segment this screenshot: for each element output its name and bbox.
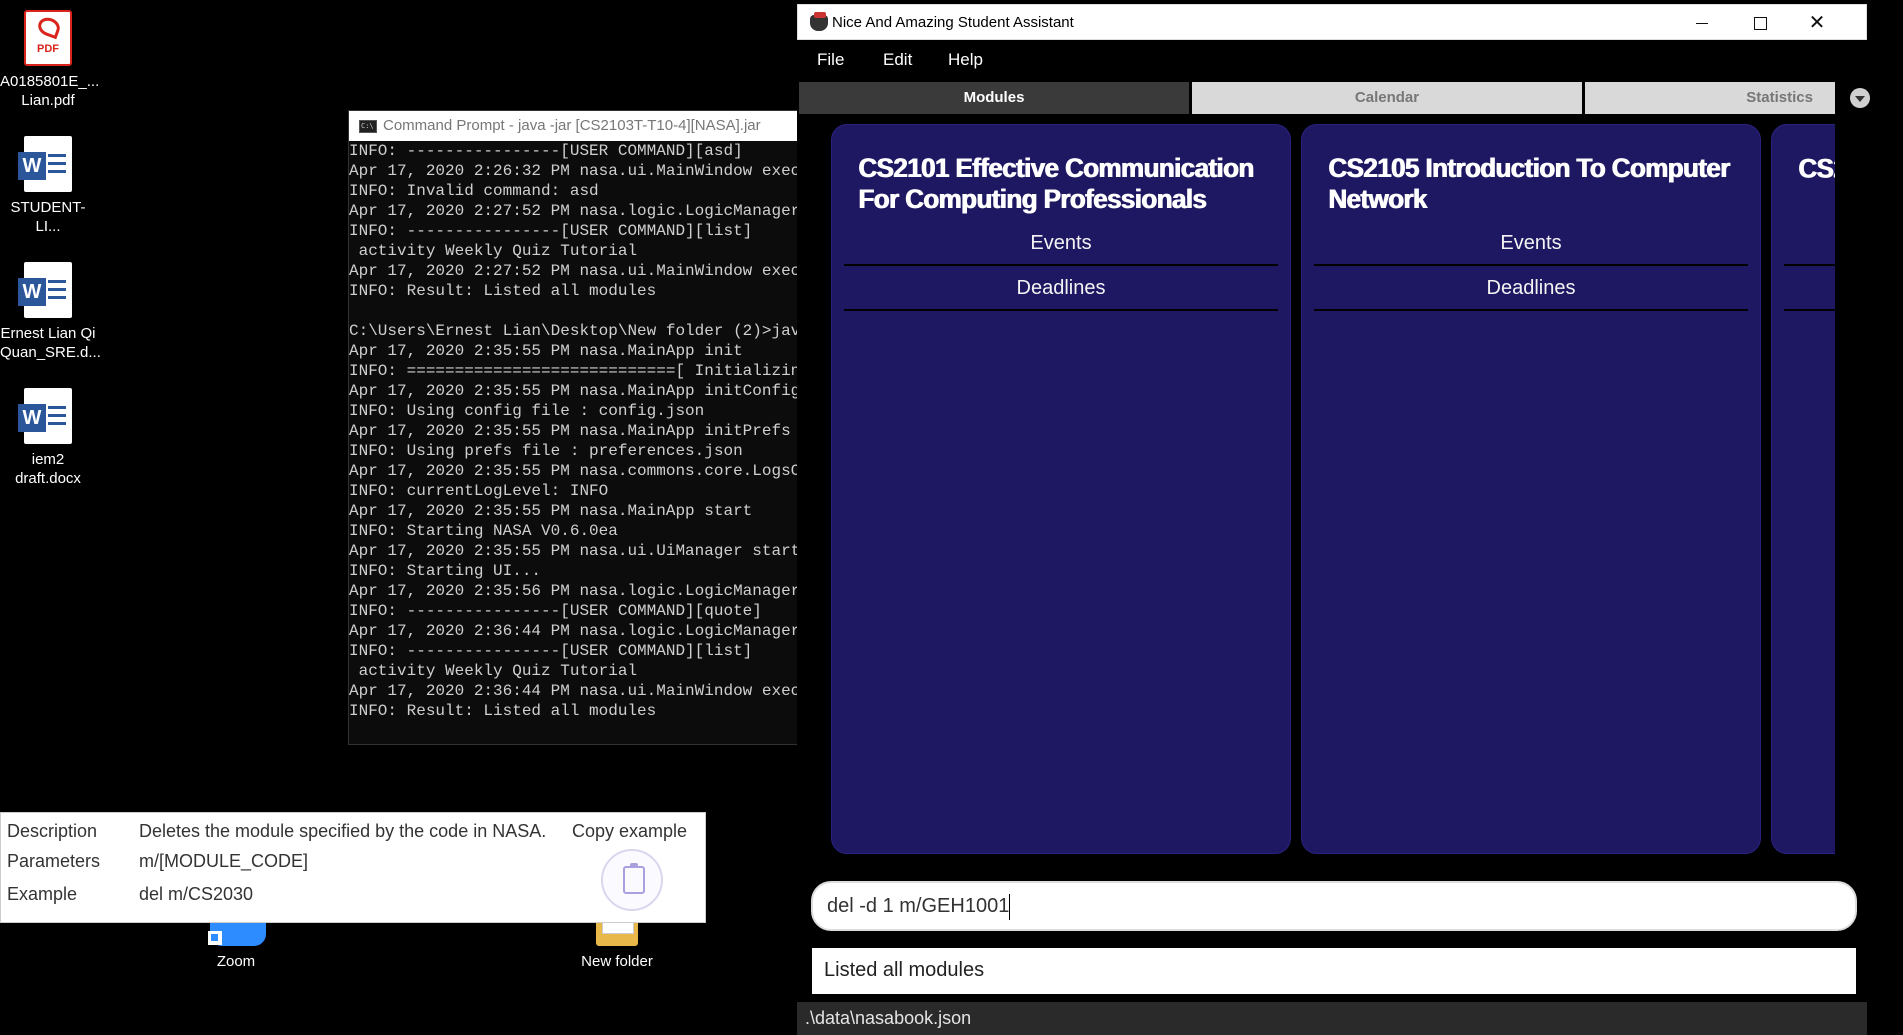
console-line: C:\Users\Ernest Lian\Desktop\New folder … <box>349 322 797 340</box>
console-line: activity Weekly Quiz Tutorial <box>349 662 638 680</box>
tab-statistics[interactable]: Statistics <box>1585 82 1835 114</box>
shortcut-arrow-icon <box>208 931 222 945</box>
maximize-icon[interactable] <box>1730 5 1788 41</box>
module-card[interactable]: CS2105 Introduction To Computer Network … <box>1301 124 1761 854</box>
desktop-icon-student[interactable]: W STUDENT-LI... <box>0 136 96 236</box>
example-value: del m/CS2030 <box>139 884 254 904</box>
copy-example-button[interactable] <box>601 849 663 911</box>
pdf-file-icon: PDF <box>24 10 72 66</box>
console-line: Apr 17, 2020 2:27:52 PM nasa.logic.Logic… <box>349 202 797 220</box>
word-doc-icon: W <box>18 136 72 192</box>
console-line: INFO: ----------------[USER COMMAND][lis… <box>349 222 753 240</box>
console-line: INFO: currentLogLevel: INFO <box>349 482 609 500</box>
result-text: Listed all modules <box>824 959 985 981</box>
menu-edit[interactable]: Edit <box>883 40 912 80</box>
menu-bar: File Edit Help <box>797 40 1867 80</box>
example-label: Example <box>7 884 78 904</box>
status-bar: .\data\nasabook.json <box>797 1002 1867 1035</box>
module-title: CS21 <box>1798 152 1835 184</box>
word-doc-icon: W <box>18 388 72 444</box>
desktop-icon-label: STUDENT-LI... <box>10 199 86 235</box>
desktop-icon-label: Lian.pdf <box>21 92 75 109</box>
minimize-icon[interactable] <box>1672 5 1730 41</box>
tab-calendar[interactable]: Calendar <box>1192 82 1582 114</box>
description-value: Deletes the module specified by the code… <box>139 821 547 841</box>
close-icon[interactable]: ✕ <box>1788 5 1846 41</box>
console-line: Apr 17, 2020 2:36:44 PM nasa.logic.Logic… <box>349 622 797 640</box>
command-help-tooltip: Description Deletes the module specified… <box>0 812 706 923</box>
desktop-icon-pdf[interactable]: PDF A0185801E_... Lian.pdf <box>0 10 100 110</box>
console-line: INFO: Starting NASA V0.6.0ea <box>349 522 618 540</box>
deadlines-section[interactable] <box>1784 266 1835 311</box>
console-line: Apr 17, 2020 2:35:55 PM nasa.ui.UiManage… <box>349 542 797 560</box>
tab-bar: Modules Calendar Statistics <box>799 80 1839 116</box>
desktop-icon-label: A0185801E_... <box>0 73 100 90</box>
console-line: INFO: ============================[ Init… <box>349 362 797 380</box>
desktop-icon-label: iem2 <box>31 451 65 468</box>
console-line: Apr 17, 2020 2:35:55 PM nasa.MainApp ini… <box>349 342 743 360</box>
module-card[interactable]: CS21 <box>1771 124 1835 854</box>
menu-help[interactable]: Help <box>948 40 983 80</box>
console-line: Apr 17, 2020 2:26:32 PM nasa.ui.MainWind… <box>349 162 797 180</box>
parameters-label: Parameters <box>7 851 101 871</box>
module-list[interactable]: CS2101 Effective Communication For Compu… <box>831 124 1835 854</box>
app-titlebar[interactable]: Nice And Amazing Student Assistant ✕ <box>797 4 1867 40</box>
console-line: Apr 17, 2020 2:27:52 PM nasa.ui.MainWind… <box>349 262 797 280</box>
menu-file[interactable]: File <box>817 40 844 80</box>
command-prompt-titlebar[interactable]: C:\ Command Prompt - java -jar [CS2103T-… <box>349 111 797 141</box>
command-prompt-title: Command Prompt - java -jar [CS2103T-T10-… <box>383 117 761 134</box>
console-line: Apr 17, 2020 2:35:55 PM nasa.MainApp ini… <box>349 382 797 400</box>
desktop-icon-label: Ernest Lian Qi <box>0 325 96 342</box>
desktop-icon-iem2[interactable]: W iem2 draft.docx <box>0 388 96 488</box>
command-input-text: del -d 1 m/GEH1001 <box>827 895 1010 917</box>
command-prompt-window[interactable]: C:\ Command Prompt - java -jar [CS2103T-… <box>348 110 798 745</box>
result-display: Listed all modules <box>812 948 1856 994</box>
module-title: CS2105 Introduction To Computer Network <box>1328 151 1730 215</box>
command-input[interactable]: del -d 1 m/GEH1001 <box>811 881 1857 931</box>
nasa-app-window[interactable]: Nice And Amazing Student Assistant ✕ Fil… <box>797 4 1870 1035</box>
events-section[interactable]: Events <box>1314 221 1748 266</box>
console-line: INFO: Invalid command: asd <box>349 182 599 200</box>
deadlines-section[interactable]: Deadlines <box>844 266 1278 311</box>
console-line: Apr 17, 2020 2:35:55 PM nasa.MainApp sta… <box>349 502 753 520</box>
chevron-down-icon[interactable] <box>1850 88 1870 108</box>
module-title: CS2101 Effective Communication For Compu… <box>858 151 1254 215</box>
console-line: INFO: Result: Listed all modules <box>349 282 657 300</box>
deadlines-section[interactable]: Deadlines <box>1314 266 1748 311</box>
data-file-path: .\data\nasabook.json <box>805 1008 972 1028</box>
module-card[interactable]: CS2101 Effective Communication For Compu… <box>831 124 1291 854</box>
description-label: Description <box>7 821 98 841</box>
events-section[interactable]: Events <box>844 221 1278 266</box>
word-doc-icon: W <box>18 262 72 318</box>
console-line: INFO: ----------------[USER COMMAND][lis… <box>349 642 753 660</box>
console-line: INFO: Result: Listed all modules <box>349 702 657 720</box>
console-line: Apr 17, 2020 2:35:55 PM nasa.MainApp ini… <box>349 422 791 440</box>
console-line: INFO: Using config file : config.json <box>349 402 705 420</box>
desktop-icon-label: New folder <box>581 953 653 970</box>
parameters-value: m/[MODULE_CODE] <box>139 851 309 871</box>
cmd-icon: C:\ <box>359 120 377 133</box>
console-line: INFO: Using prefs file : preferences.jso… <box>349 442 743 460</box>
clipboard-icon <box>623 863 645 894</box>
console-line: Apr 17, 2020 2:35:56 PM nasa.logic.Logic… <box>349 582 797 600</box>
console-line: INFO: ----------------[USER COMMAND][asd… <box>349 142 743 160</box>
desktop-icon-label: draft.docx <box>15 470 81 487</box>
console-line: Apr 17, 2020 2:36:44 PM nasa.ui.MainWind… <box>349 682 797 700</box>
copy-example-label: Copy example <box>572 821 688 841</box>
events-section[interactable] <box>1784 221 1835 266</box>
console-line: activity Weekly Quiz Tutorial <box>349 242 638 260</box>
console-line: INFO: ----------------[USER COMMAND][quo… <box>349 602 762 620</box>
desktop-icon-label: Zoom <box>216 953 256 970</box>
tab-modules[interactable]: Modules <box>799 82 1189 114</box>
desktop-icon-label: Quan_SRE.d... <box>0 344 101 361</box>
console-line: INFO: Starting UI... <box>349 562 542 580</box>
console-output[interactable]: INFO: ----------------[USER COMMAND][asd… <box>349 141 797 741</box>
text-caret <box>1009 893 1011 920</box>
desktop-icon-sre[interactable]: W Ernest Lian Qi Quan_SRE.d... <box>0 262 101 362</box>
console-line: Apr 17, 2020 2:35:55 PM nasa.commons.cor… <box>349 462 797 480</box>
app-logo-icon <box>810 12 828 31</box>
app-title: Nice And Amazing Student Assistant <box>832 14 1074 31</box>
